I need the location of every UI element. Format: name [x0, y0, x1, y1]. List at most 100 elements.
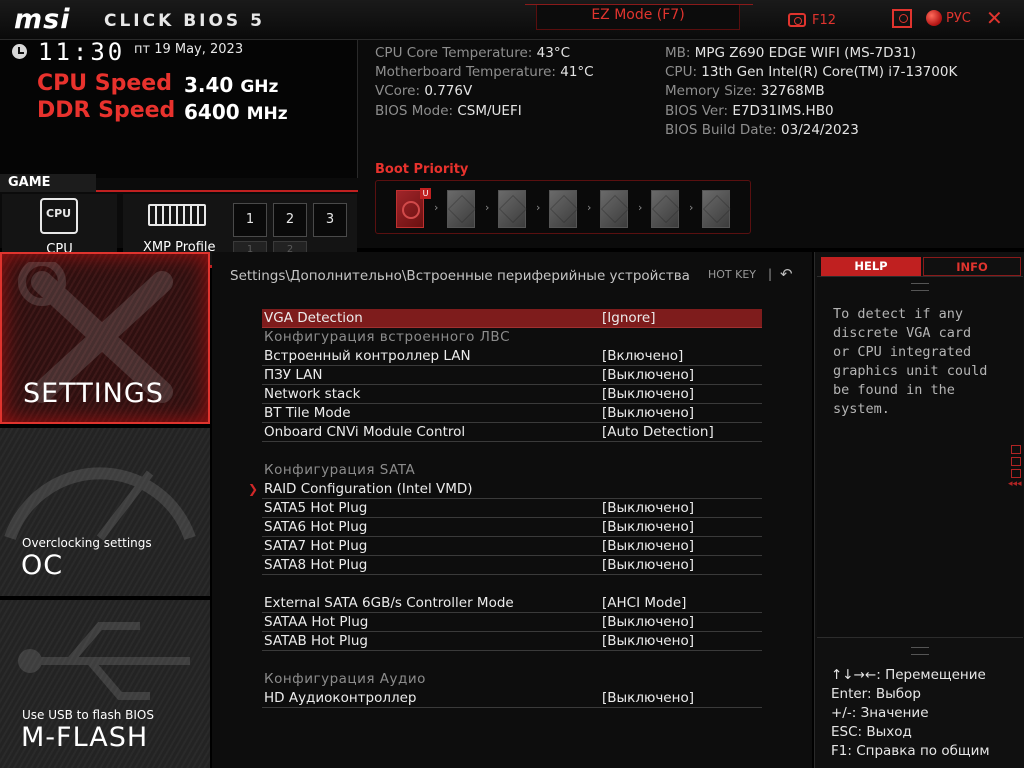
setting-label: SATA8 Hot Plug: [264, 557, 368, 573]
setting-row-raid[interactable]: ❯ RAID Configuration (Intel VMD): [248, 480, 762, 499]
clock-time: 11:30: [38, 38, 126, 66]
setting-label: ПЗУ LAN: [264, 367, 323, 383]
vcore-row: VCore: 0.776V: [375, 83, 473, 100]
help-text: To detect if any discrete VGA card or CP…: [833, 306, 988, 417]
top-bar: msi CLICK BIOS 5 EZ Mode (F7) F12 РУС ✕: [0, 0, 1024, 40]
key-legend: ↑↓→←: Перемещение Enter: Выбор +/-: Знач…: [831, 666, 990, 761]
boot-device-empty[interactable]: [447, 190, 475, 228]
setting-label: SATA6 Hot Plug: [264, 519, 368, 535]
hotkey-button[interactable]: HOT KEY: [708, 268, 756, 281]
side-marker-icon: [1011, 445, 1021, 454]
cpu-speed-number: 3.40: [184, 73, 234, 97]
setting-value: [Auto Detection]: [602, 424, 714, 440]
setting-label: HD Аудиоконтроллер: [264, 690, 417, 706]
key-legend-item: F1: Справка по общим: [831, 743, 990, 759]
settings-panel: Settings\Дополнительно\Встроенные перифе…: [212, 252, 812, 768]
nav-oc-subtitle: Overclocking settings: [22, 536, 152, 550]
help-tabs: HELP INFO: [819, 254, 1021, 278]
ez-mode-button[interactable]: EZ Mode (F7): [525, 4, 753, 30]
screenshot-button[interactable]: F12: [788, 10, 836, 30]
side-marker-icon: [1011, 469, 1021, 478]
screenshot-key-label: F12: [812, 12, 837, 28]
setting-value: [AHCI Mode]: [602, 595, 687, 611]
setting-row-sataa[interactable]: SATAA Hot Plug [Выключено]: [262, 613, 762, 632]
boot-arrow-icon: ›: [638, 201, 643, 214]
memory-row: Memory Size: 32768MB: [665, 83, 825, 100]
setting-row-lan-controller[interactable]: Встроенный контроллер LAN [Включено]: [262, 347, 762, 366]
xmp-profile-2-button[interactable]: 2: [273, 203, 307, 237]
boot-device-empty[interactable]: [702, 190, 730, 228]
setting-label: RAID Configuration (Intel VMD): [264, 481, 473, 497]
cpu-row: CPU: 13th Gen Intel(R) Core(TM) i7-13700…: [665, 64, 958, 81]
setting-value: [Выключено]: [602, 614, 694, 630]
tab-info[interactable]: INFO: [923, 257, 1021, 276]
scroll-up-icon[interactable]: [911, 283, 929, 291]
setting-label: SATA5 Hot Plug: [264, 500, 368, 516]
setting-row-sata7[interactable]: SATA7 Hot Plug [Выключено]: [262, 537, 762, 556]
cpu-speed-value: 3.40 GHz: [184, 73, 278, 97]
setting-row-esata-mode[interactable]: External SATA 6GB/s Controller Mode [AHC…: [262, 594, 762, 613]
key-legend-item: ↑↓→←: Перемещение: [831, 667, 986, 683]
tab-help[interactable]: HELP: [821, 257, 921, 276]
section-header-sata: Конфигурация SATA: [264, 462, 416, 478]
key-legend-item: +/-: Значение: [831, 705, 929, 721]
ddr-speed-unit: MHz: [246, 104, 288, 124]
system-info-left: CPU Core Temperature: 43°C Motherboard T…: [375, 44, 594, 121]
setting-label: SATAA Hot Plug: [264, 614, 369, 630]
msi-logo: msi: [14, 4, 71, 35]
setting-row-sata8[interactable]: SATA8 Hot Plug [Выключено]: [262, 556, 762, 575]
setting-label: Onboard CNVi Module Control: [264, 424, 466, 440]
nav-oc-title: OC: [21, 550, 64, 581]
nav-mflash-title: M-FLASH: [21, 722, 149, 753]
setting-row-bt-tile[interactable]: BT Tile Mode [Выключено]: [262, 404, 762, 423]
setting-row-satab[interactable]: SATAB Hot Plug [Выключено]: [262, 632, 762, 651]
boot-arrow-icon: ›: [434, 201, 439, 214]
setting-row-sata6[interactable]: SATA6 Hot Plug [Выключено]: [262, 518, 762, 537]
setting-value: [Включено]: [602, 348, 684, 364]
setting-row-cnvi[interactable]: Onboard CNVi Module Control [Auto Detect…: [262, 423, 762, 442]
boot-priority-title: Boot Priority: [375, 162, 469, 177]
setting-value: [Выключено]: [602, 557, 694, 573]
nav-mflash[interactable]: Use USB to flash BIOS M-FLASH: [0, 600, 210, 768]
help-content-box: To detect if any discrete VGA card or CP…: [817, 276, 1023, 655]
cpu-speed-label: CPU Speed: [37, 71, 172, 96]
setting-row-hd-audio[interactable]: HD Аудиоконтроллер [Выключено]: [262, 689, 762, 708]
setting-value: [Выключено]: [602, 405, 694, 421]
info-panel: 11:30 пт 19 May, 2023 CPU Speed 3.40 GHz…: [0, 38, 1024, 268]
ram-icon: [148, 204, 206, 226]
setting-row-lan-rom[interactable]: ПЗУ LAN [Выключено]: [262, 366, 762, 385]
cpu-speed-unit: GHz: [240, 77, 279, 97]
left-navigation: SETTINGS Overclocking settings OC Use US…: [0, 252, 210, 768]
click-bios-logo: CLICK BIOS 5: [104, 11, 265, 31]
hotkey-divider: |: [768, 267, 773, 281]
close-icon[interactable]: ✕: [986, 8, 1003, 28]
game-boost-label: GAME BOOST: [0, 174, 96, 208]
setting-row-network-stack[interactable]: Network stack [Выключено]: [262, 385, 762, 404]
nav-oc[interactable]: Overclocking settings OC: [0, 428, 210, 596]
xmp-profile-3-button[interactable]: 3: [313, 203, 347, 237]
camera-icon: [788, 13, 806, 27]
collapse-arrows-icon[interactable]: ◂◂◂: [1008, 479, 1022, 489]
setting-value: [Выключено]: [602, 367, 694, 383]
submenu-arrow-icon: ❯: [248, 482, 259, 496]
uefi-badge: U: [420, 188, 431, 199]
boot-device-empty[interactable]: [651, 190, 679, 228]
boot-device-empty[interactable]: [549, 190, 577, 228]
nav-settings[interactable]: SETTINGS: [0, 252, 210, 424]
boot-arrow-icon: ›: [536, 201, 541, 214]
scroll-down-icon[interactable]: [911, 647, 929, 655]
boot-device-hdd[interactable]: U: [396, 188, 431, 228]
boot-device-empty[interactable]: [498, 190, 526, 228]
setting-row-vga-detection[interactable]: VGA Detection [Ignore]: [262, 309, 762, 328]
xmp-profile-1-button[interactable]: 1: [233, 203, 267, 237]
setting-label: SATA7 Hot Plug: [264, 538, 368, 554]
setting-label: Встроенный контроллер LAN: [264, 348, 471, 364]
back-icon[interactable]: ↶: [780, 265, 793, 283]
setting-row-sata5[interactable]: SATA5 Hot Plug [Выключено]: [262, 499, 762, 518]
search-icon[interactable]: [892, 9, 912, 28]
boot-device-empty[interactable]: [600, 190, 628, 228]
ddr-speed-label: DDR Speed: [37, 98, 176, 123]
setting-value: [Выключено]: [602, 386, 694, 402]
language-button[interactable]: РУС: [926, 10, 971, 26]
